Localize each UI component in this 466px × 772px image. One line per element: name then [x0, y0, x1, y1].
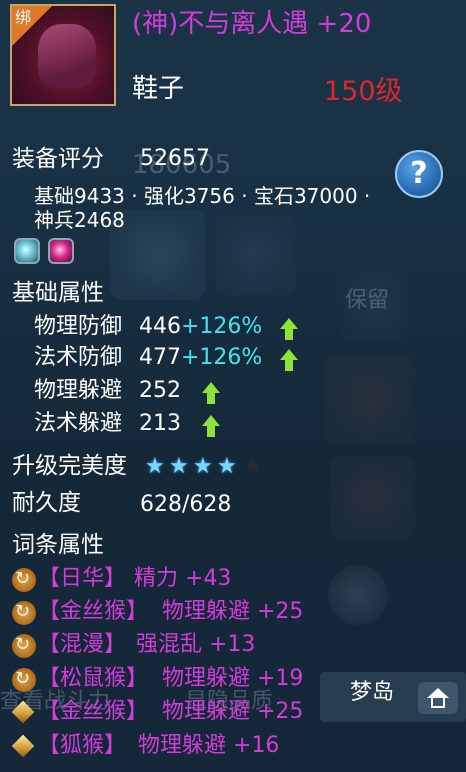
affix-tag: 【日华】 [38, 566, 127, 591]
item-level: 150级 [324, 76, 403, 107]
bg-round-button [328, 565, 388, 625]
affix-tag: 【狐猴】 [38, 733, 127, 758]
score-value: 52657 [140, 146, 210, 171]
ruby-gem-icon[interactable] [48, 238, 74, 264]
affix-tag: 【金丝猴】 [38, 599, 149, 624]
bg-equipment-slot [325, 355, 415, 445]
upgrade-arrow-icon [202, 382, 220, 404]
affix-tag: 【金丝猴】 [38, 699, 149, 724]
durability-value: 628/628 [140, 492, 232, 517]
ice-gem-icon[interactable] [14, 238, 40, 264]
item-icon-frame: 绑 [10, 4, 116, 106]
dream-island-button[interactable]: 梦岛 [350, 682, 394, 704]
stat-name: 法术防御 [34, 345, 123, 370]
bind-label: 绑 [15, 8, 32, 27]
affix-heading: 词条属性 [12, 532, 104, 558]
score-breakdown-line1: 基础9433 · 强化3756 · 宝石37000 · [34, 184, 371, 208]
stat-name: 法术躲避 [34, 411, 123, 436]
refresh-icon[interactable] [12, 601, 36, 625]
stat-bonus: +126% [181, 314, 263, 339]
affix-text: 精力 +43 [134, 566, 232, 591]
upgrade-arrow-icon [202, 415, 220, 437]
refresh-icon[interactable] [12, 634, 36, 658]
stat-value: 213 [139, 411, 181, 436]
upgrade-arrow-icon [280, 349, 298, 371]
stat-value: 252 [139, 378, 181, 403]
affix-text: 强混乱 +13 [136, 632, 256, 657]
bg-keep-label: 保留 [345, 288, 390, 313]
star-empty-icon: ★ [243, 454, 263, 479]
stat-bonus: +126% [181, 345, 263, 370]
affix-text: 物理躲避 +25 [162, 599, 304, 624]
home-icon[interactable] [418, 682, 458, 714]
star-filled-icon: ★ [217, 454, 237, 479]
item-name: (神)不与离人遇 +20 [132, 9, 372, 39]
bg-equipment-slot [330, 455, 415, 540]
durability-label: 耐久度 [12, 490, 81, 516]
help-button[interactable]: ? [395, 150, 443, 198]
bg-equipment-slot [215, 215, 295, 295]
affix-text: 物理躲避 +19 [162, 666, 304, 691]
basic-attributes-heading: 基础属性 [12, 280, 104, 306]
stat-value: 477 [139, 345, 181, 370]
score-breakdown-line2: 神兵2468 [34, 208, 125, 232]
diamond-icon [12, 701, 36, 725]
stat-value: 446 [139, 314, 181, 339]
score-label: 装备评分 [12, 146, 104, 172]
stat-name: 物理防御 [34, 314, 123, 339]
affix-tag: 【松鼠猴】 [38, 666, 149, 691]
upgrade-perfection-label: 升级完美度 [12, 453, 127, 479]
item-slot: 鞋子 [132, 74, 185, 104]
affix-text: 物理躲避 +25 [162, 699, 304, 724]
stat-name: 物理躲避 [34, 378, 123, 403]
affix-tag: 【混漫】 [38, 632, 127, 657]
upgrade-arrow-icon [280, 318, 298, 340]
affix-text: 物理躲避 +16 [138, 733, 280, 758]
diamond-icon [12, 735, 36, 759]
refresh-icon[interactable] [12, 568, 36, 592]
star-filled-icon: ★ [193, 454, 213, 479]
star-filled-icon: ★ [145, 454, 165, 479]
refresh-icon[interactable] [12, 668, 36, 692]
star-filled-icon: ★ [169, 454, 189, 479]
